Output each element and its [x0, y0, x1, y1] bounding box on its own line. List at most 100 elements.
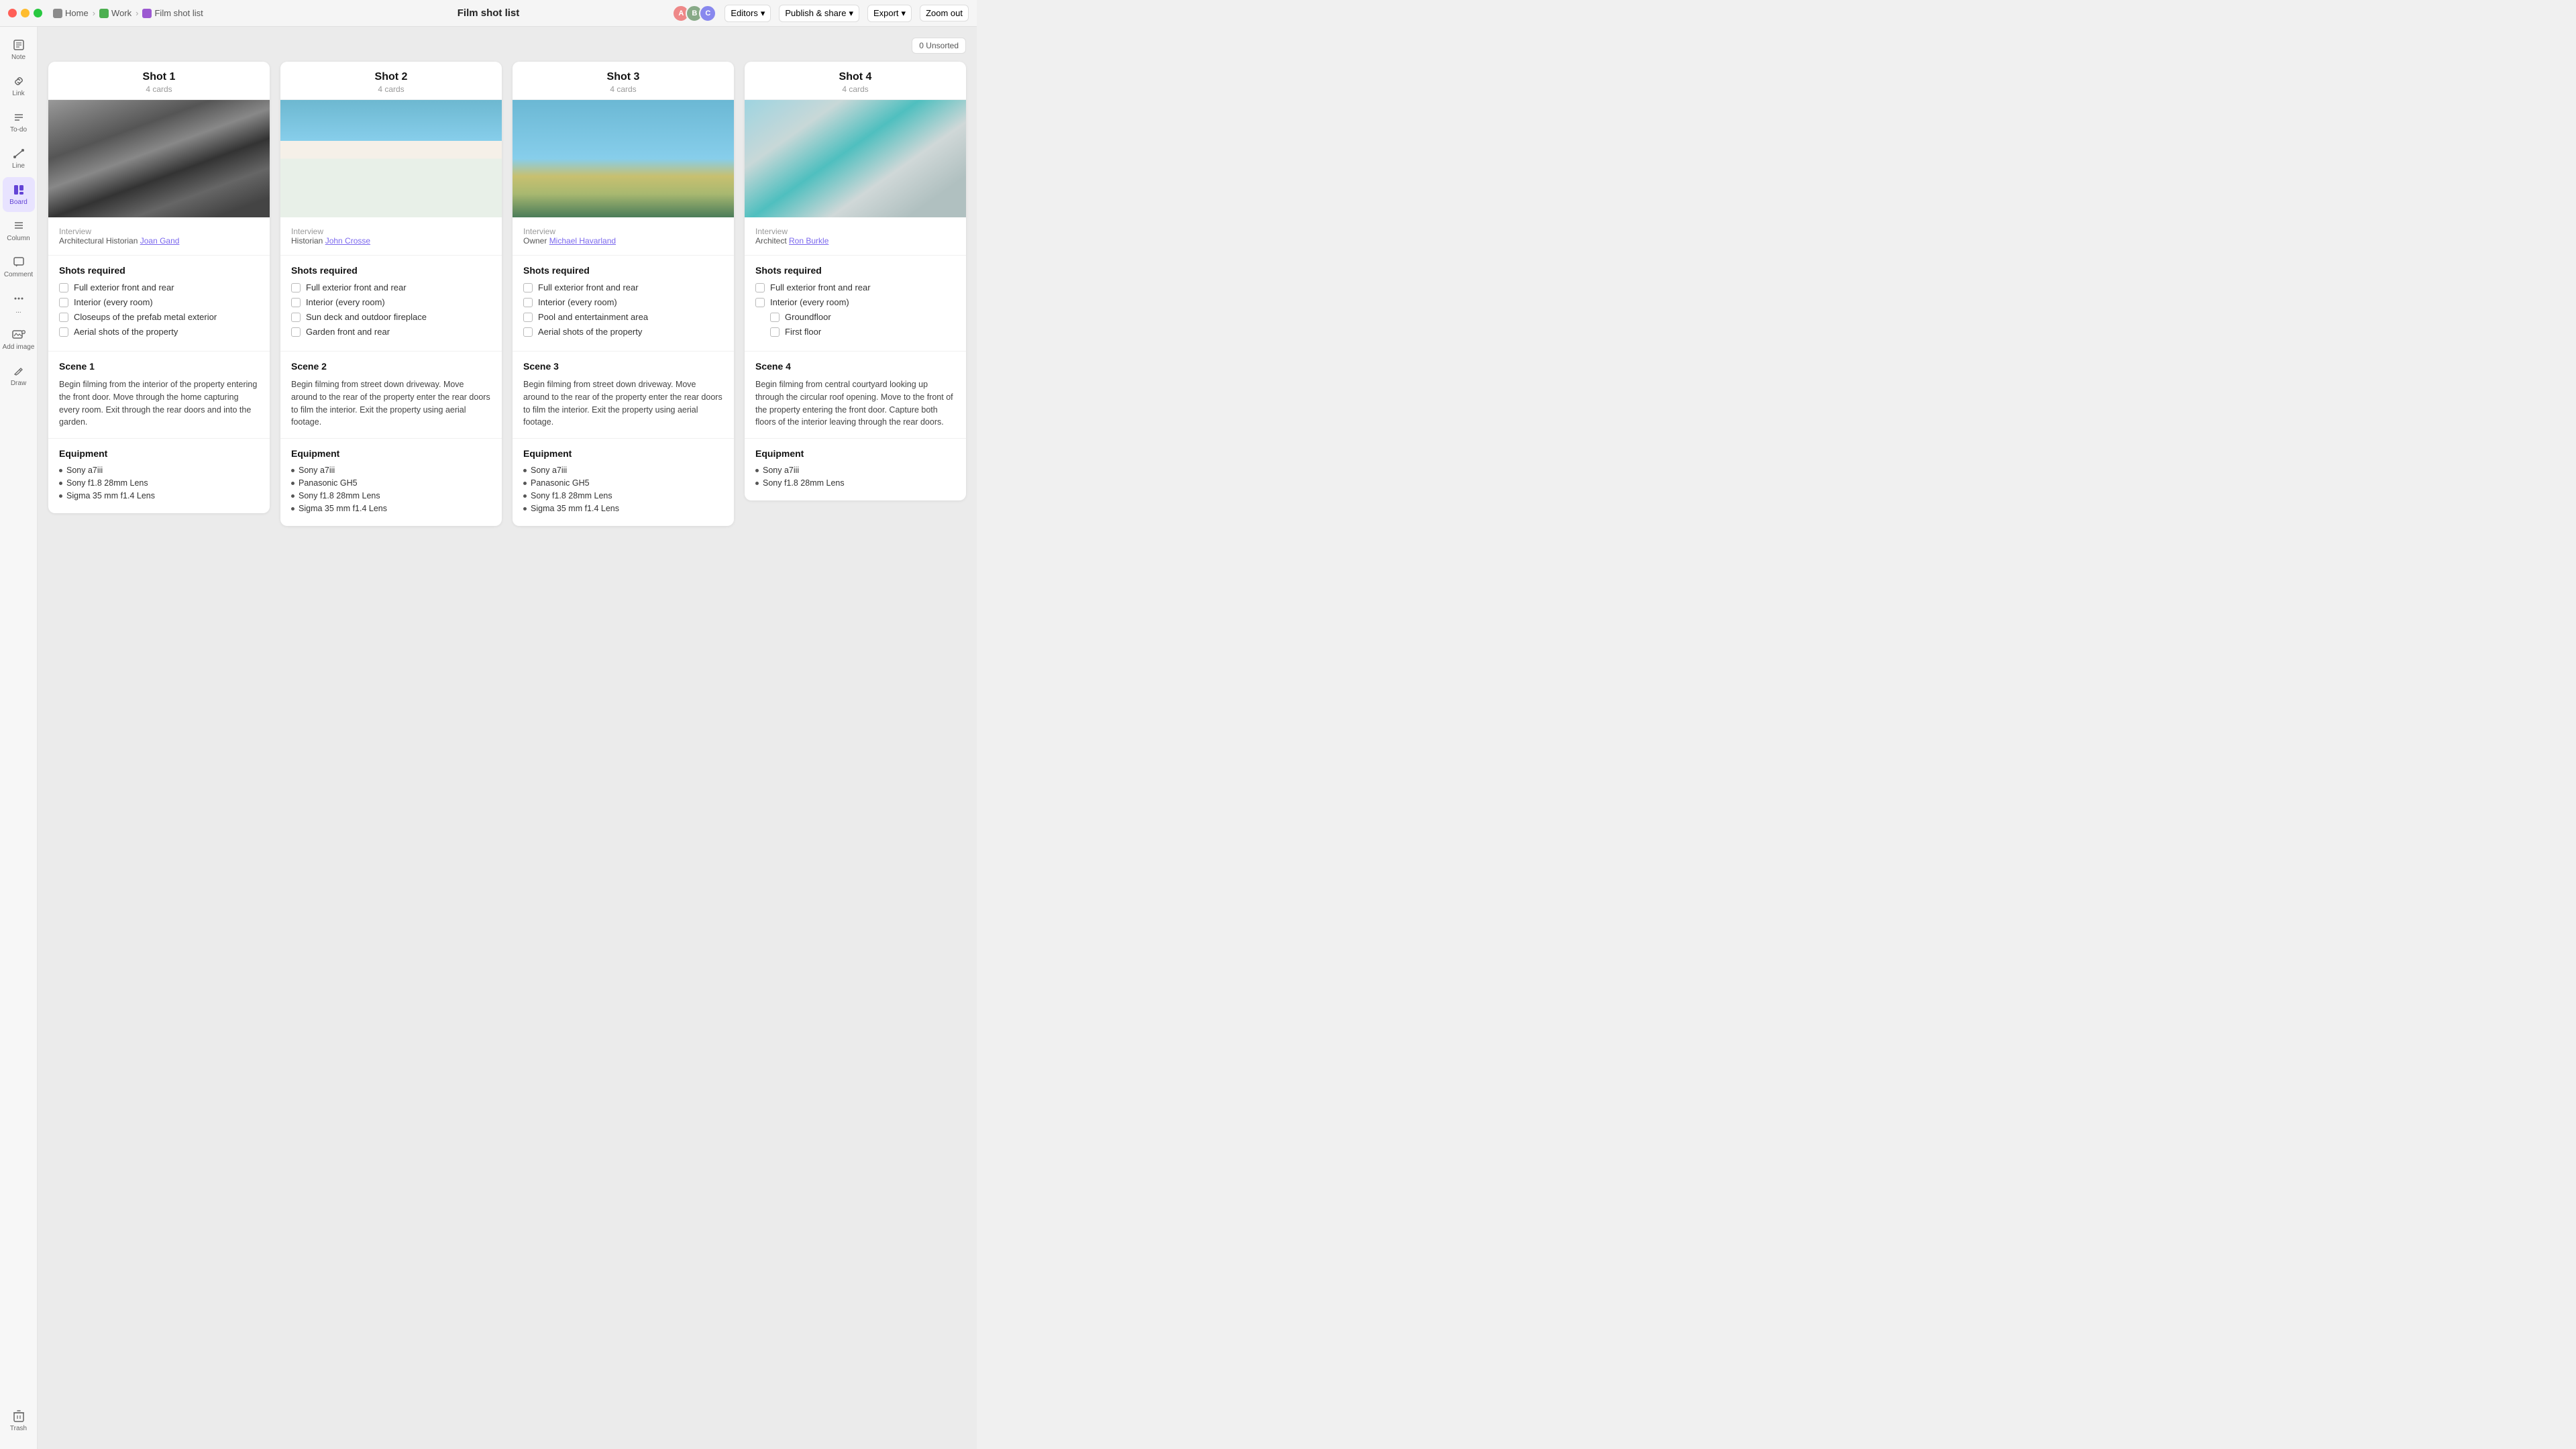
equipment-section: Equipment Sony a7iii Sony f1.8 28mm Lens… — [48, 439, 270, 513]
sidebar-item-trash[interactable]: Trash — [3, 1403, 35, 1438]
page-title: Film shot list — [458, 7, 520, 19]
equipment-label: Panasonic GH5 — [531, 478, 590, 488]
bullet-icon — [291, 507, 294, 511]
shot-card-4: Shot 4 4 cards Interview Architect Ron B… — [745, 62, 966, 500]
equipment-item: Sony a7iii — [291, 466, 491, 475]
checkbox[interactable] — [523, 298, 533, 307]
checklist-label: Full exterior front and rear — [306, 282, 407, 292]
todo-icon — [12, 111, 25, 124]
comment-icon — [12, 256, 25, 269]
shot-title: Shot 2 — [280, 71, 502, 83]
interview-person: Architectural Historian Joan Gand — [59, 236, 259, 246]
checkbox[interactable] — [59, 327, 68, 337]
checklist-item: Interior (every room) — [291, 297, 491, 307]
equipment-item: Panasonic GH5 — [523, 478, 723, 488]
checklist-item: Full exterior front and rear — [291, 282, 491, 292]
add-image-icon — [12, 328, 25, 341]
equipment-list: Sony a7iii Sony f1.8 28mm Lens — [755, 466, 955, 488]
sidebar-item-board[interactable]: Board — [3, 177, 35, 212]
equipment-section: Equipment Sony a7iii Sony f1.8 28mm Lens — [745, 439, 966, 500]
interview-person: Architect Ron Burkle — [755, 236, 955, 246]
top-bar: 0 Unsorted — [48, 38, 966, 54]
chevron-down-icon-2: ▾ — [849, 8, 853, 19]
checkbox[interactable] — [523, 283, 533, 292]
publish-share-button[interactable]: Publish & share ▾ — [779, 5, 859, 22]
zoom-out-button[interactable]: Zoom out — [920, 5, 969, 21]
sidebar-item-draw[interactable]: Draw — [3, 358, 35, 393]
breadcrumb-home[interactable]: Home — [53, 8, 89, 18]
sidebar-item-line[interactable]: Line — [3, 141, 35, 176]
checkbox-sub[interactable] — [770, 327, 780, 337]
equipment-item: Sony a7iii — [59, 466, 259, 475]
breadcrumb-work[interactable]: Work — [99, 8, 131, 18]
export-button[interactable]: Export ▾ — [867, 5, 912, 22]
checkbox-sub[interactable] — [770, 313, 780, 322]
bullet-icon — [59, 482, 62, 485]
equipment-item: Sony f1.8 28mm Lens — [755, 478, 955, 488]
editors-button[interactable]: Editors ▾ — [724, 5, 771, 22]
interview-link[interactable]: Michael Havarland — [549, 236, 616, 246]
scene-title: Scene 4 — [755, 361, 955, 372]
main-content: 0 Unsorted Shot 1 4 cards Interview Arch… — [38, 27, 977, 1449]
interview-link[interactable]: Ron Burkle — [789, 236, 828, 246]
equipment-label: Sony a7iii — [531, 466, 567, 475]
equipment-label: Sony a7iii — [66, 466, 103, 475]
sidebar-item-more[interactable]: ... — [3, 286, 35, 321]
sidebar-item-todo[interactable]: To-do — [3, 105, 35, 140]
breadcrumb-film[interactable]: Film shot list — [142, 8, 203, 18]
checklist-label: Pool and entertainment area — [538, 312, 648, 322]
interview-link[interactable]: John Crosse — [325, 236, 370, 246]
sidebar-item-column[interactable]: Column — [3, 213, 35, 248]
maximize-button[interactable] — [34, 9, 42, 17]
sidebar-item-link[interactable]: Link — [3, 68, 35, 103]
close-button[interactable] — [8, 9, 17, 17]
sidebar-item-add-image[interactable]: Add image — [3, 322, 35, 357]
checkbox[interactable] — [59, 313, 68, 322]
sidebar-item-note[interactable]: Note — [3, 32, 35, 67]
equipment-item: Sigma 35 mm f1.4 Lens — [291, 504, 491, 513]
sidebar-item-comment[interactable]: Comment — [3, 250, 35, 284]
checkbox[interactable] — [755, 283, 765, 292]
column-label: Column — [7, 235, 30, 242]
checklist-item: Full exterior front and rear — [755, 282, 955, 292]
title-bar: Home › Work › Film shot list Film shot l… — [0, 0, 977, 27]
interview-section: Interview Architect Ron Burkle — [745, 217, 966, 256]
bullet-icon — [523, 469, 527, 472]
checklist-item: Full exterior front and rear — [523, 282, 723, 292]
checkbox[interactable] — [291, 327, 301, 337]
bullet-icon — [291, 482, 294, 485]
minimize-button[interactable] — [21, 9, 30, 17]
interview-link[interactable]: Joan Gand — [140, 236, 180, 246]
checkbox[interactable] — [523, 327, 533, 337]
shots-required-title: Shots required — [59, 265, 259, 276]
checkbox[interactable] — [523, 313, 533, 322]
equipment-item: Sigma 35 mm f1.4 Lens — [523, 504, 723, 513]
checkbox[interactable] — [291, 298, 301, 307]
scene-title: Scene 1 — [59, 361, 259, 372]
shot-title: Shot 1 — [48, 71, 270, 83]
checkbox[interactable] — [59, 298, 68, 307]
checklist-label: Full exterior front and rear — [538, 282, 639, 292]
draw-icon — [12, 364, 25, 378]
window-controls — [8, 9, 42, 17]
checkbox[interactable] — [755, 298, 765, 307]
shot-title: Shot 3 — [513, 71, 734, 83]
checkbox[interactable] — [291, 313, 301, 322]
checklist-label: Aerial shots of the property — [538, 327, 642, 337]
checklist-item: Aerial shots of the property — [59, 327, 259, 337]
app-layout: Note Link To-do — [0, 27, 977, 1449]
checklist-label: Garden front and rear — [306, 327, 390, 337]
bullet-icon — [59, 469, 62, 472]
shot-card-2: Shot 2 4 cards Interview Historian John … — [280, 62, 502, 526]
equipment-label: Sony f1.8 28mm Lens — [299, 491, 380, 500]
checkbox[interactable] — [291, 283, 301, 292]
equipment-label: Sigma 35 mm f1.4 Lens — [299, 504, 387, 513]
equipment-label: Sony a7iii — [763, 466, 799, 475]
title-right: A B C Editors ▾ Publish & share ▾ Export… — [672, 5, 969, 22]
checkbox[interactable] — [59, 283, 68, 292]
chevron-down-icon-3: ▾ — [902, 8, 906, 19]
board-icon — [12, 183, 25, 197]
checklist-label: Interior (every room) — [770, 297, 849, 307]
sidebar: Note Link To-do — [0, 27, 38, 1449]
draw-label: Draw — [11, 380, 26, 387]
